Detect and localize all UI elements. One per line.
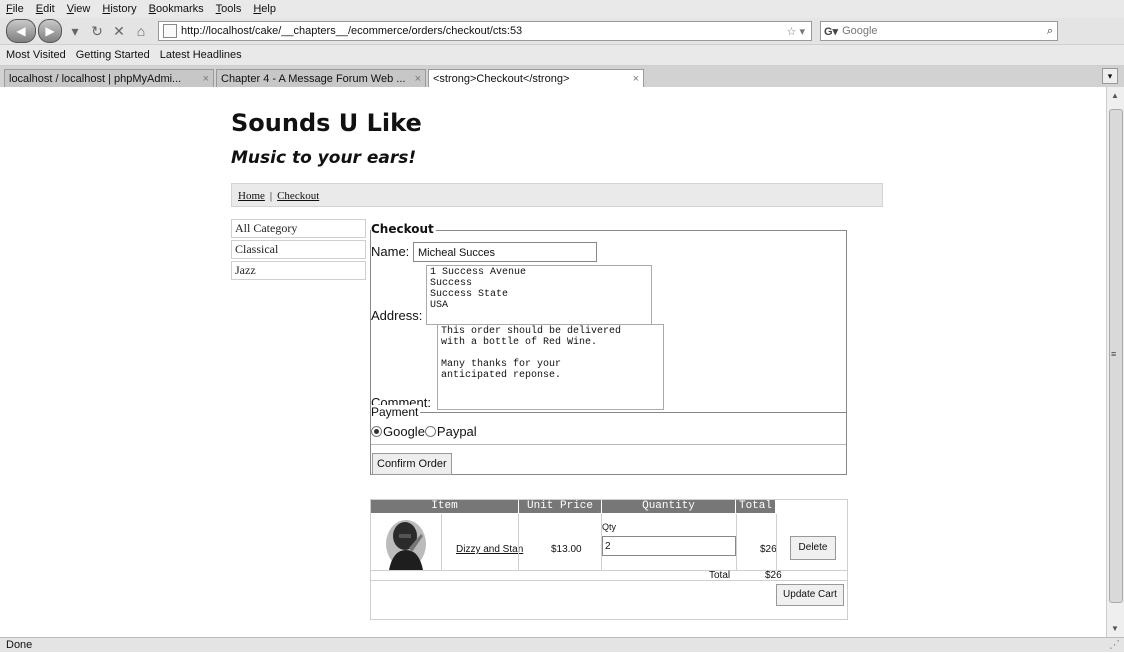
close-tab-icon[interactable]: ×: [415, 73, 421, 85]
confirm-order-button[interactable]: Confirm Order: [372, 453, 452, 475]
category-jazz[interactable]: Jazz: [231, 261, 366, 280]
navigation-toolbar: ◀ ▶ ▾ ↻ ✕ ⌂ http://localhost/cake/__chap…: [0, 18, 1124, 45]
cart-total-value: $26: [765, 570, 782, 581]
comment-textarea[interactable]: This order should be delivered with a bo…: [437, 324, 664, 410]
menu-edit[interactable]: Edit: [36, 3, 55, 15]
category-all[interactable]: All Category: [231, 219, 366, 238]
payment-legend: Payment: [371, 405, 421, 419]
google-icon[interactable]: G▾: [824, 25, 838, 38]
cart-table: Item Unit Price Quantity Total Dizzy and…: [370, 499, 848, 620]
update-cart-button[interactable]: Update Cart: [776, 584, 844, 606]
browser-chrome: File Edit View History Bookmarks Tools H…: [0, 0, 1124, 88]
name-label: Name:: [371, 244, 410, 259]
col-item-header: Item: [371, 500, 519, 513]
cell-divider: [518, 514, 519, 570]
bookmark-latest-headlines[interactable]: Latest Headlines: [160, 49, 242, 61]
search-placeholder: Google: [842, 25, 878, 37]
site-slogan: Music to your ears!: [231, 148, 417, 168]
status-bar: Done ⋰: [0, 637, 1124, 652]
paypal-option-label: Paypal: [436, 424, 477, 439]
menu-bookmarks[interactable]: Bookmarks: [149, 3, 204, 15]
menu-bar: File Edit View History Bookmarks Tools H…: [0, 0, 1124, 18]
payment-options: Google Paypal: [371, 424, 477, 439]
tab-list-icon[interactable]: ▾: [1102, 68, 1118, 84]
url-bar[interactable]: http://localhost/cake/__chapters__/ecomm…: [158, 21, 812, 41]
close-tab-icon[interactable]: ×: [633, 73, 639, 85]
quantity-field[interactable]: 2: [602, 536, 736, 556]
category-classical[interactable]: Classical: [231, 240, 366, 259]
address-label: Address:: [371, 308, 423, 323]
home-icon[interactable]: ⌂: [130, 23, 152, 39]
search-box[interactable]: G▾ Google ⌕: [820, 21, 1058, 41]
category-nav: All Category Classical Jazz: [231, 219, 366, 282]
tab-bar: localhost / localhost | phpMyAdmi... × C…: [0, 66, 1124, 88]
col-unit-price-header: Unit Price: [519, 500, 602, 513]
payment-fieldset: Payment Google Paypal: [371, 405, 846, 445]
item-link[interactable]: Dizzy and Stan: [456, 544, 523, 555]
checkout-legend: Checkout: [371, 222, 436, 236]
tab-phpmyadmin[interactable]: localhost / localhost | phpMyAdmi... ×: [4, 69, 214, 87]
col-total-header: Total: [736, 500, 776, 513]
tab-label: <strong>Checkout</strong>: [433, 72, 570, 85]
scroll-down-icon[interactable]: ▼: [1111, 624, 1119, 633]
cell-divider: [736, 514, 737, 570]
forward-arrow-icon: ▶: [45, 24, 55, 38]
close-tab-icon[interactable]: ×: [203, 73, 209, 85]
forward-button[interactable]: ▶: [38, 19, 62, 43]
breadcrumb-checkout-link[interactable]: Checkout: [277, 190, 319, 202]
scroll-up-icon[interactable]: ▲: [1111, 91, 1119, 100]
bookmark-star-icon[interactable]: ☆ ▾: [787, 25, 805, 38]
status-text: Done: [6, 639, 33, 651]
google-radio[interactable]: [371, 426, 382, 437]
site-title: Sounds U Like: [231, 109, 422, 137]
cell-divider: [441, 514, 442, 570]
album-thumbnail: [386, 520, 426, 570]
cart-total-label: Total: [709, 570, 731, 581]
bookmark-most-visited[interactable]: Most Visited: [6, 49, 66, 61]
page-icon: [163, 24, 177, 38]
bookmarks-toolbar: Most Visited Getting Started Latest Head…: [0, 45, 1124, 66]
scroll-grip-icon: ≡: [1111, 349, 1117, 359]
delete-button[interactable]: Delete: [790, 536, 836, 560]
back-button[interactable]: ◀: [6, 19, 36, 43]
qty-label: Qty: [602, 522, 617, 532]
checkout-form: Checkout Name: Micheal Succes 1 Success …: [370, 222, 847, 475]
menu-view[interactable]: View: [67, 3, 91, 15]
history-dropdown-icon[interactable]: ▾: [64, 23, 86, 40]
search-icon[interactable]: ⌕: [1047, 25, 1053, 38]
cell-divider: [601, 514, 602, 570]
address-textarea[interactable]: 1 Success Avenue Success Success State U…: [426, 265, 652, 325]
back-arrow-icon: ◀: [16, 24, 26, 38]
breadcrumb-home-link[interactable]: Home: [238, 190, 265, 202]
breadcrumb-separator: |: [269, 190, 273, 202]
menu-tools[interactable]: Tools: [216, 3, 242, 15]
name-field[interactable]: Micheal Succes: [413, 242, 597, 262]
reload-icon[interactable]: ↻: [86, 23, 108, 40]
resize-grip-icon[interactable]: ⋰: [1109, 638, 1120, 653]
line-total: $26: [760, 544, 777, 555]
vertical-scrollbar[interactable]: ▲ ≡ ▼: [1106, 87, 1124, 637]
google-option-label: Google: [383, 424, 425, 439]
tab-chapter4[interactable]: Chapter 4 - A Message Forum Web ... ×: [216, 69, 426, 87]
tab-label: Chapter 4 - A Message Forum Web ...: [221, 72, 406, 85]
col-quantity-header: Quantity: [602, 500, 736, 513]
stop-icon[interactable]: ✕: [108, 23, 130, 40]
menu-help[interactable]: Help: [253, 3, 276, 15]
tab-checkout[interactable]: <strong>Checkout</strong> ×: [428, 69, 644, 87]
cart-header-row: Item Unit Price Quantity Total: [371, 500, 776, 513]
url-text: http://localhost/cake/__chapters__/ecomm…: [181, 25, 523, 37]
bookmark-getting-started[interactable]: Getting Started: [76, 49, 150, 61]
cell-divider: [776, 514, 777, 570]
breadcrumb: Home | Checkout: [231, 183, 883, 207]
paypal-radio[interactable]: [424, 426, 436, 437]
menu-history[interactable]: History: [102, 3, 136, 15]
tab-label: localhost / localhost | phpMyAdmi...: [9, 72, 182, 85]
page-content: Sounds U Like Music to your ears! Home | C…: [0, 87, 1107, 637]
unit-price: $13.00: [551, 544, 582, 555]
menu-file[interactable]: File: [6, 3, 24, 15]
